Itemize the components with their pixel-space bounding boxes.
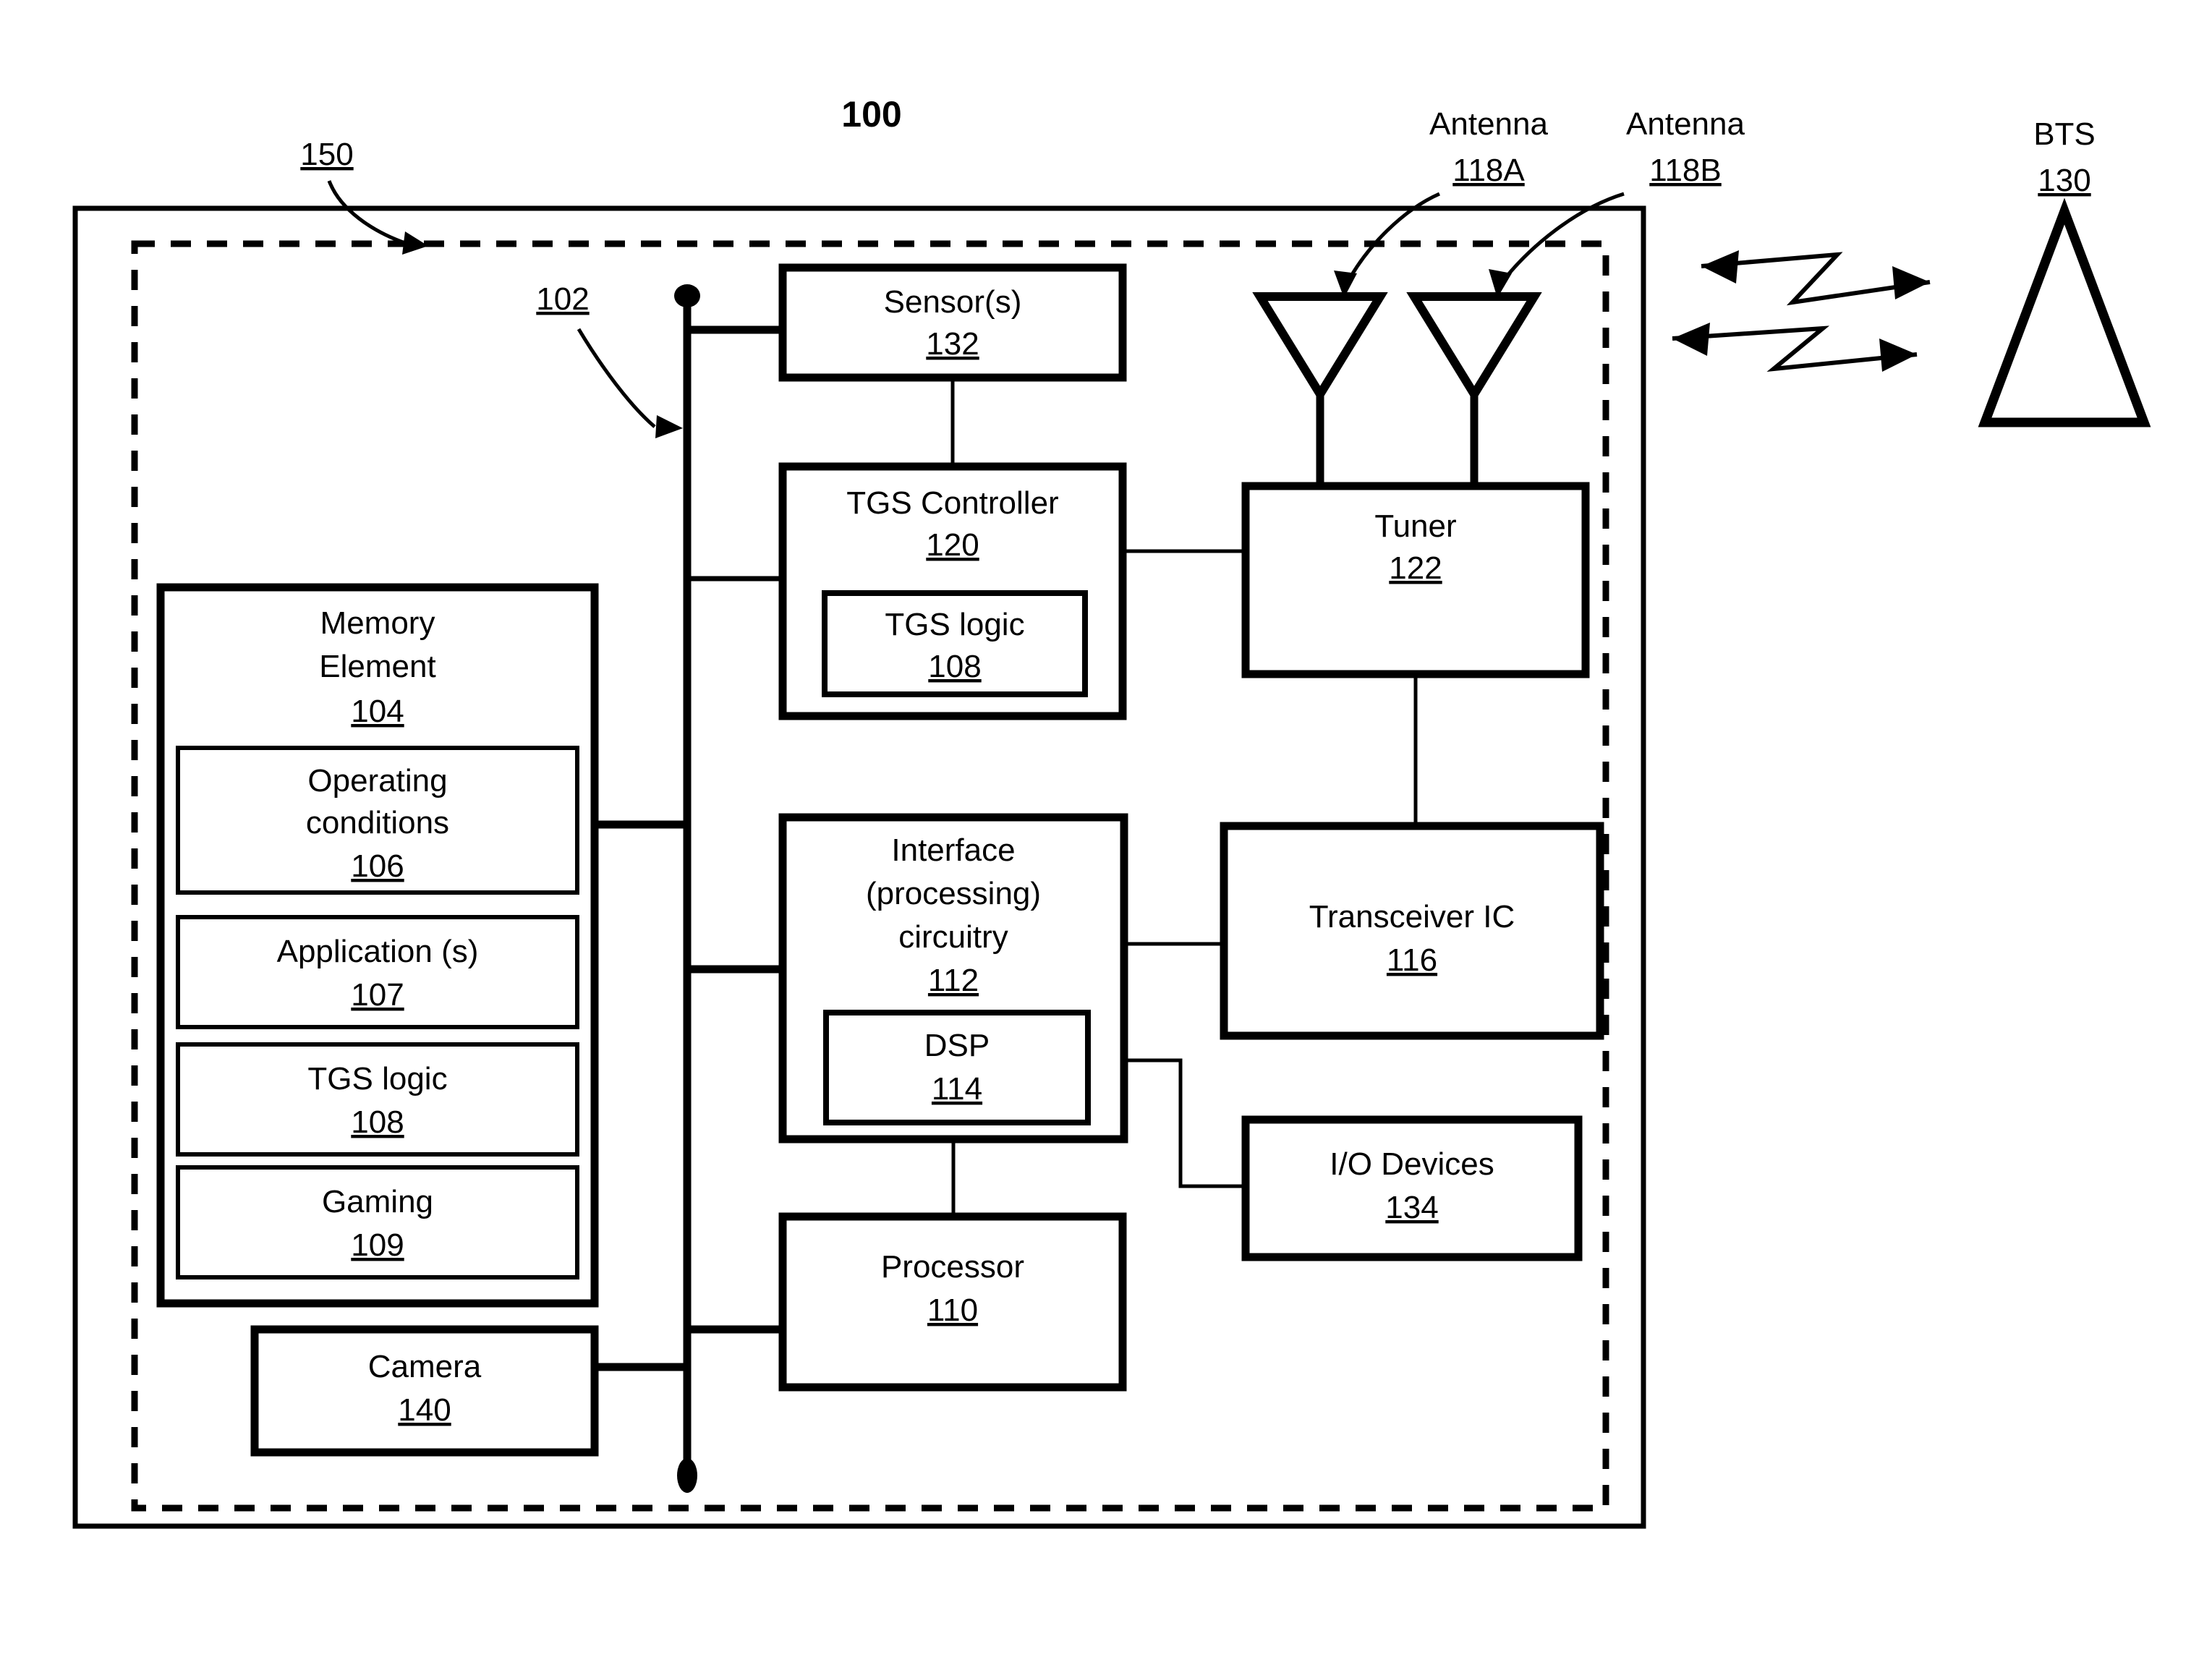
block-transceiver-ic: Transceiver IC 116 (1220, 822, 1604, 1040)
figure-title: 100 (841, 94, 901, 135)
block-tgs-controller: TGS Controller 120 TGS logic 108 (778, 462, 1127, 720)
memory-label-line2: Element (319, 649, 435, 684)
block-processor: Processor 110 (778, 1212, 1127, 1392)
block-camera: Camera 140 (250, 1325, 599, 1457)
gaming-label: Gaming (322, 1184, 433, 1219)
antenna-118a (1252, 292, 1388, 486)
antenna-118a-label: Antenna (1429, 106, 1548, 142)
dsp-ref: 114 (932, 1071, 982, 1107)
block-interface-circuitry: Interface (processing) circuitry 112 DSP… (778, 813, 1128, 1144)
ref-150-label: 150 (300, 137, 353, 172)
processor-ref: 110 (927, 1293, 978, 1328)
applications-ref: 107 (351, 977, 404, 1013)
rf-link-lower-icon (1672, 323, 1918, 372)
block-operating-conditions: Operating conditions 106 (176, 746, 579, 895)
ref-102-label: 102 (536, 281, 589, 317)
operating-conditions-label-line1: Operating (307, 763, 447, 799)
memory-ref: 104 (351, 694, 404, 729)
antenna-118b-label: Antenna (1626, 106, 1745, 142)
block-sensors: Sensor(s) 132 (778, 263, 1127, 382)
interface-ref: 112 (928, 963, 979, 998)
camera-label: Camera (368, 1349, 482, 1384)
io-devices-ref: 134 (1385, 1190, 1438, 1225)
tgs-controller-ref: 120 (926, 527, 979, 563)
antenna-118a-callout: Antenna 118A (1334, 106, 1548, 298)
tuner-label: Tuner (1374, 508, 1456, 544)
applications-label: Application (s) (277, 934, 479, 969)
ref-102-callout: 102 (536, 281, 683, 438)
antenna-118b (1406, 292, 1542, 486)
patent-figure-canvas: 100 150 102 Sensor(s) 132 TGS Controller… (0, 0, 2212, 1665)
bts-tower: BTS 130 (1978, 116, 2151, 427)
link-interface-io-devices (1124, 1058, 1246, 1188)
bts-label: BTS (2033, 116, 2096, 152)
transceiver-ref: 116 (1387, 942, 1437, 978)
io-devices-label: I/O Devices (1330, 1146, 1494, 1182)
block-tuner: Tuner 122 (1241, 482, 1590, 678)
operating-conditions-ref: 106 (351, 848, 404, 884)
interface-label-line1: Interface (891, 832, 1015, 868)
tgs-logic-memory-label: TGS logic (307, 1061, 447, 1096)
antenna-118a-ref: 118A (1452, 153, 1525, 188)
block-memory-element: Memory Element 104 Operating conditions … (156, 583, 599, 1308)
block-io-devices: I/O Devices 134 (1241, 1115, 1583, 1261)
interface-label-line2: (processing) (866, 876, 1041, 911)
system-bus (674, 284, 700, 1493)
tgs-controller-label: TGS Controller (846, 485, 1058, 521)
operating-conditions-label-line2: conditions (306, 805, 449, 840)
rf-link-upper-icon (1701, 250, 1931, 306)
camera-ref: 140 (398, 1392, 451, 1428)
sensors-ref: 132 (926, 326, 979, 362)
block-applications: Application (s) 107 (176, 915, 579, 1029)
transceiver-label: Transceiver IC (1309, 899, 1515, 934)
tgs-logic-memory-ref: 108 (351, 1104, 404, 1140)
block-gaming: Gaming 109 (176, 1165, 579, 1279)
block-tgs-logic-memory: TGS logic 108 (176, 1042, 579, 1157)
block-diagram-svg: 100 150 102 Sensor(s) 132 TGS Controller… (72, 94, 2151, 1529)
gaming-ref: 109 (351, 1227, 404, 1263)
dsp-label: DSP (924, 1028, 990, 1063)
tgs-logic-controller-ref: 108 (928, 649, 981, 684)
interface-label-line3: circuitry (898, 919, 1008, 955)
tgs-logic-controller-label: TGS logic (885, 607, 1024, 642)
bts-ref: 130 (2038, 163, 2090, 198)
tuner-ref: 122 (1389, 550, 1442, 586)
antenna-118b-ref: 118B (1649, 153, 1722, 188)
ref-150-callout: 150 (300, 137, 428, 255)
memory-label-line1: Memory (320, 605, 435, 641)
sensors-label: Sensor(s) (884, 284, 1022, 320)
processor-label: Processor (881, 1249, 1024, 1285)
